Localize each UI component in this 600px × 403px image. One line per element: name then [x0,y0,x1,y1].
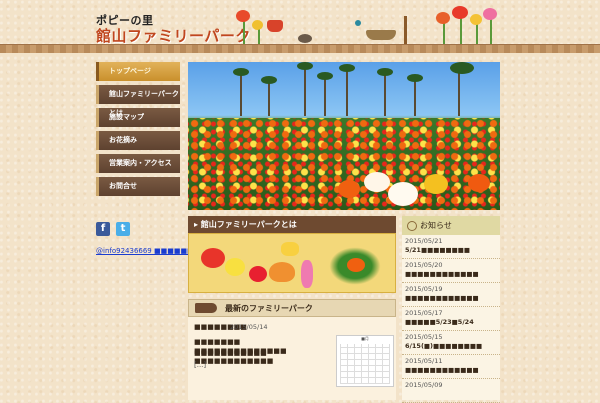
about-banner[interactable] [188,233,396,293]
latest-post: ■■■■■■■■ 2015/05/14 ■■■■■■■ ■■■■■■■■■■■■… [188,317,396,400]
news-heading: お知らせ [402,216,500,235]
news-item[interactable]: 2015/05/11 ■■■■■■■■■■■■ [402,355,500,379]
sidebar-item-3[interactable]: お花摘み [96,131,180,150]
news-title[interactable] [405,390,497,399]
mole-icon [298,34,312,43]
shovel-icon [404,16,407,44]
latest-heading: 最新のファミリーパーク [188,299,396,317]
sidebar-item-2[interactable]: 施設マップ [96,108,180,127]
news-item[interactable]: 2015/05/09 [402,379,500,403]
sidebar-nav: トップページ館山ファミリーパークとは施設マップお花摘み営業案内・アクセスお問合せ [96,62,180,200]
news-title[interactable]: ■■■■■5/23■5/24 [405,318,497,327]
news-title[interactable]: ■■■■■■■■■■■■ [405,366,497,375]
news-item[interactable]: 2015/05/21 5/21■■■■■■■■ [402,235,500,259]
news-item[interactable]: 2015/05/19 ■■■■■■■■■■■■ [402,283,500,307]
sidebar-item-1[interactable]: 館山ファミリーパークとは [96,85,180,117]
news-heading-label: お知らせ [420,221,452,230]
news-title[interactable]: 6/15(■)■■■■■■■■ [405,342,497,351]
sidebar-item-5[interactable]: お問合せ [96,177,180,196]
flower-icon [301,260,313,288]
social-links: f t [96,222,130,236]
pin-icon [195,303,217,313]
wheelbarrow-icon [366,30,396,40]
news-item[interactable]: 2015/05/15 6/15(■)■■■■■■■■ [402,331,500,355]
news-date: 2015/05/20 [405,261,443,269]
news-date: 2015/05/11 [405,357,443,365]
about-heading[interactable]: ▸ 館山ファミリーパークとは [188,216,396,233]
header-stripe [0,44,600,53]
latest-heading-label: 最新のファミリーパーク [225,304,313,313]
news-item[interactable]: 2015/05/20 ■■■■■■■■■■■■ [402,259,500,283]
flower-icon [347,258,365,272]
site-header: ポピーの里 館山ファミリーパーク [0,0,600,53]
news-title[interactable]: ■■■■■■■■■■■■ [405,294,497,303]
papaya-icon [269,262,295,282]
facebook-icon[interactable]: f [96,222,110,236]
clock-icon [407,221,417,231]
read-more-link[interactable]: [...] [194,361,206,369]
sidebar-item-4[interactable]: 営業案内・アクセス [96,154,180,173]
instagram-link[interactable]: @info92436669 ■■■■■■■ [96,247,200,255]
news-date: 2015/05/21 [405,237,443,245]
news-panel: お知らせ 2015/05/21 5/21■■■■■■■■ 2015/05/20 ■■■… [402,216,500,403]
bird-icon [355,20,361,26]
hero-image [188,62,500,210]
news-list: 2015/05/21 5/21■■■■■■■■ 2015/05/20 ■■■■■■■■… [402,235,500,403]
news-item[interactable]: 2015/05/17 ■■■■■5/23■5/24 [402,307,500,331]
site-logo[interactable]: 館山ファミリーパーク [96,25,251,46]
news-date: 2015/05/17 [405,309,443,317]
news-title[interactable]: ■■■■■■■■■■■■ [405,270,497,279]
calendar-title: ■月 [361,336,369,341]
post-excerpt: ■■■■■■■■■■■ ■■■■■■■■■■■■ [194,349,274,365]
flower-icon [225,258,245,276]
twitter-icon[interactable]: t [116,222,130,236]
news-title[interactable]: 5/21■■■■■■■■ [405,246,497,255]
calendar-grid [340,344,390,384]
post-date: 2015/05/14 [230,323,268,331]
news-date: 2015/05/09 [405,381,443,389]
flower-icon [249,266,267,282]
sidebar-item-0[interactable]: トップページ [96,62,180,81]
watering-can-icon [267,20,283,32]
banana-icon [281,242,299,256]
post-calendar-image: ■月 [336,335,394,387]
flower-icon [201,248,225,268]
news-date: 2015/05/15 [405,333,443,341]
news-date: 2015/05/19 [405,285,443,293]
